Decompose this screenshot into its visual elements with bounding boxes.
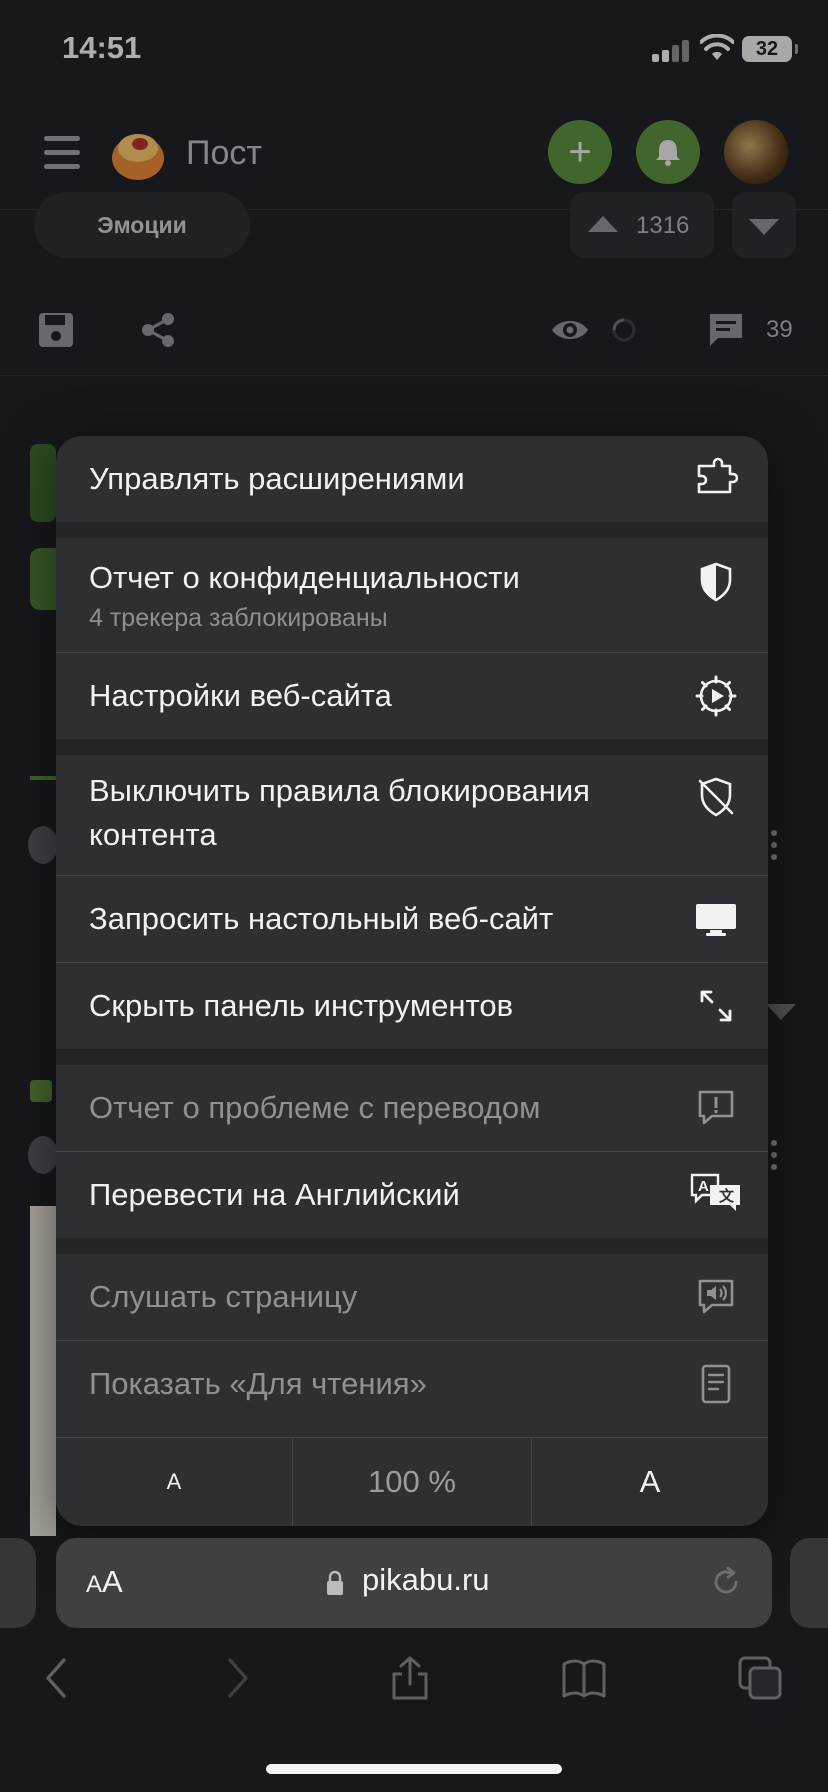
page-settings-button[interactable]: AA <box>86 1564 123 1600</box>
zoom-out-button[interactable]: A <box>56 1438 292 1526</box>
menu-item-label: Отчет о конфиденциальности <box>89 560 520 595</box>
back-icon[interactable] <box>34 1654 82 1702</box>
expand-arrows-icon <box>700 990 732 1022</box>
bookmarks-icon[interactable] <box>560 1654 608 1702</box>
menu-item-sublabel: 4 трекера заблокированы <box>89 604 388 632</box>
menu-group-gap <box>56 522 768 538</box>
menu-item-label: Перевести на Английский <box>89 1177 460 1212</box>
page-menu: Управлять расширениями Отчет о конфиденц… <box>56 436 768 1526</box>
menu-group-gap <box>56 739 768 755</box>
menu-item-label: Отчет о проблеме с переводом <box>89 1090 541 1125</box>
url-text: pikabu.ru <box>362 1562 490 1597</box>
menu-group-gap <box>56 1049 768 1065</box>
menu-item-label: Показать «Для чтения» <box>89 1366 427 1401</box>
request-desktop-site-item[interactable]: Запросить настольный веб-сайт <box>56 876 768 962</box>
disable-content-blockers-item[interactable]: Выключить правила блокирования контента <box>56 755 768 875</box>
svg-text:文: 文 <box>719 1187 735 1205</box>
extension-puzzle-icon <box>697 457 738 494</box>
home-indicator[interactable] <box>266 1764 562 1774</box>
address-bar[interactable]: AA pikabu.ru <box>56 1538 772 1628</box>
speaker-bubble-icon <box>698 1279 734 1314</box>
manage-extensions-item[interactable]: Управлять расширениями <box>56 436 768 522</box>
share-icon[interactable] <box>386 1654 434 1702</box>
previous-tab-pill[interactable] <box>0 1538 36 1628</box>
menu-item-label-line1: Выключить правила блокирования <box>89 773 590 808</box>
zoom-in-button[interactable]: A <box>532 1438 768 1526</box>
menu-item-label: Запросить настольный веб-сайт <box>89 901 554 936</box>
menu-item-label: Скрыть панель инструментов <box>89 988 514 1023</box>
next-tab-pill[interactable] <box>790 1538 828 1628</box>
privacy-report-item[interactable]: Отчет о конфиденциальности 4 трекера заб… <box>56 538 768 652</box>
reload-icon[interactable] <box>708 1564 744 1600</box>
report-bubble-icon <box>698 1090 734 1125</box>
show-reader-item: Показать «Для чтения» <box>56 1341 768 1427</box>
shield-slash-icon <box>698 777 734 817</box>
menu-item-label: Управлять расширениями <box>89 461 465 496</box>
lock-icon <box>327 1570 343 1595</box>
privacy-shield-icon <box>700 562 732 602</box>
menu-group-gap <box>56 1238 768 1254</box>
website-settings-gear-icon <box>695 675 737 717</box>
tabs-icon[interactable] <box>736 1654 784 1702</box>
listen-page-item: Слушать страницу <box>56 1254 768 1340</box>
website-settings-item[interactable]: Настройки веб-сайта <box>56 653 768 739</box>
svg-text:A: A <box>698 1178 709 1195</box>
safari-toolbar <box>0 1640 828 1730</box>
desktop-monitor-icon <box>696 904 736 936</box>
report-translation-issue-item: Отчет о проблеме с переводом <box>56 1065 768 1151</box>
hide-toolbar-item[interactable]: Скрыть панель инструментов <box>56 963 768 1049</box>
zoom-level[interactable]: 100 % <box>293 1438 531 1526</box>
translate-item[interactable]: Перевести на Английский A 文 <box>56 1152 768 1238</box>
menu-item-label-line2: контента <box>89 817 217 852</box>
translate-icon: A 文 <box>690 1173 740 1211</box>
reader-icon <box>701 1364 731 1404</box>
menu-item-label: Настройки веб-сайта <box>89 678 392 713</box>
forward-icon[interactable] <box>212 1654 260 1702</box>
zoom-controls: A 100 % A <box>56 1438 768 1526</box>
menu-item-label: Слушать страницу <box>89 1279 358 1314</box>
